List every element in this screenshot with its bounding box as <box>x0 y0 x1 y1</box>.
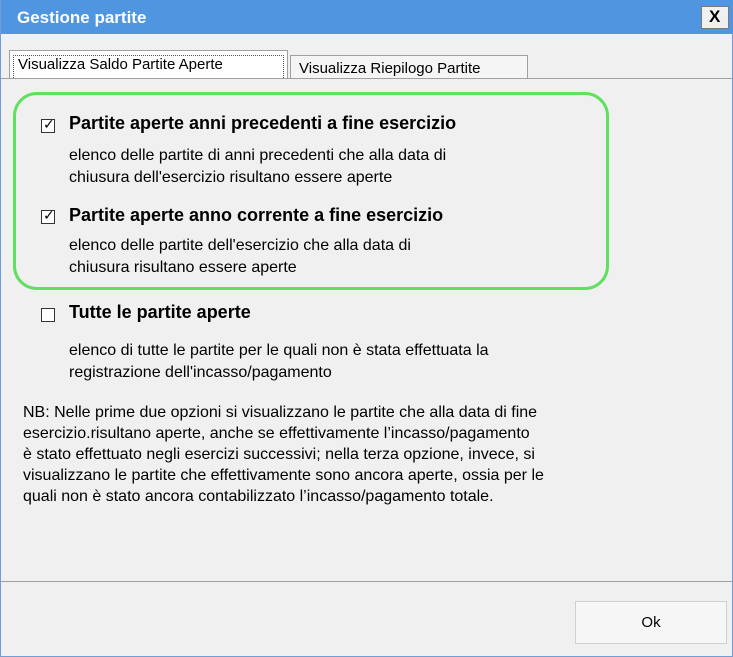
ok-button[interactable]: Ok <box>575 601 727 644</box>
option-desc-line: elenco di tutte le partite per le quali … <box>69 342 489 359</box>
option-desc-line: chiusura dell'esercizio risultano essere… <box>69 169 393 186</box>
tab-riepilogo-partite[interactable]: Visualizza Riepilogo Partite <box>290 55 528 80</box>
option-desc-line: registrazione dell'incasso/pagamento <box>69 364 332 381</box>
option-desc-line: elenco delle partite di anni precedenti … <box>69 147 447 164</box>
note-line: quali non è stato ancora contabilizzato … <box>23 488 494 505</box>
close-icon: X <box>709 7 721 26</box>
option-title-anno-corrente[interactable]: Partite aperte anno corrente a fine eser… <box>69 205 443 226</box>
note-line: visualizzano le partite che effettivamen… <box>23 467 544 484</box>
title-bar: Gestione partite X <box>1 0 733 34</box>
footer-separator <box>1 581 732 582</box>
option-title-anni-precedenti[interactable]: Partite aperte anni precedenti a fine es… <box>69 113 456 134</box>
option-desc-line: chiusura risultano essere aperte <box>69 259 297 276</box>
option-title-tutte-partite[interactable]: Tutte le partite aperte <box>69 302 251 323</box>
window-title: Gestione partite <box>17 8 147 27</box>
checkbox-tutte-partite[interactable] <box>41 308 55 322</box>
checkmark-icon: ✓ <box>43 116 55 132</box>
tab-saldo-partite-aperte[interactable]: Visualizza Saldo Partite Aperte <box>9 50 288 78</box>
note-line: NB: Nelle prime due opzioni si visualizz… <box>23 404 538 421</box>
checkbox-anno-corrente[interactable]: ✓ <box>41 207 55 224</box>
checkmark-icon: ✓ <box>43 207 55 223</box>
tab-label: Visualizza Riepilogo Partite <box>299 60 481 77</box>
note-line: è stato effettuato negli esercizi succes… <box>23 446 535 463</box>
checkbox-anni-precedenti[interactable]: ✓ <box>41 116 55 133</box>
option-desc-line: elenco delle partite dell'esercizio che … <box>69 237 411 254</box>
close-button[interactable]: X <box>701 6 729 29</box>
note-text: NB: Nelle prime due opzioni si visualizz… <box>23 402 723 507</box>
tab-label: Visualizza Saldo Partite Aperte <box>18 56 223 73</box>
note-line: esercizio.risultano aperte, anche se eff… <box>23 425 530 442</box>
dialog-window: Gestione partite X Visualizza Saldo Part… <box>0 0 733 657</box>
